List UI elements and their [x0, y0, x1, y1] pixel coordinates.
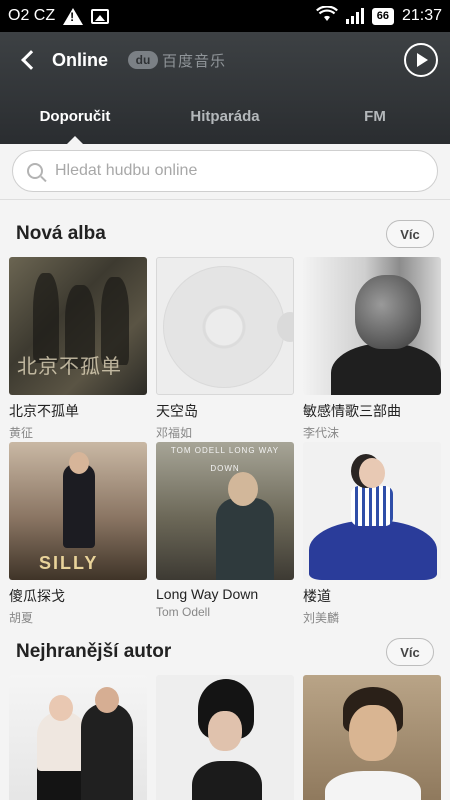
album-artist: 邓福如 — [156, 426, 193, 440]
album-item[interactable]: 北京不孤单 北京不孤单 黄征 — [9, 257, 147, 441]
artist-photo — [9, 675, 147, 800]
carrier-label: O2 CZ — [8, 7, 56, 24]
album-item[interactable]: 楼道 刘美麟 — [303, 442, 441, 626]
artist-item[interactable] — [303, 675, 441, 800]
top-artists-header: Nejhranější autor Víc — [0, 630, 450, 674]
album-item[interactable]: SILLY 傻瓜探戈 胡夏 — [9, 442, 147, 626]
album-artist: 黄征 — [9, 426, 34, 440]
search-icon — [27, 163, 43, 179]
page-title: Online — [52, 49, 109, 70]
album-cover-placeholder — [156, 257, 294, 395]
album-title: 天空岛 — [156, 403, 198, 419]
album-item[interactable]: TOM ODELL LONG WAY DOWN Long Way Down To… — [156, 442, 294, 619]
album-cover: TOM ODELL LONG WAY DOWN — [156, 442, 294, 580]
album-artist: 胡夏 — [9, 611, 34, 625]
album-title: 傻瓜探戈 — [9, 588, 65, 604]
album-cover: 北京不孤单 — [9, 257, 147, 395]
album-item[interactable]: 天空岛 邓福如 — [156, 257, 294, 441]
brand-logo: du 百度音乐 — [128, 50, 226, 71]
top-artists-more-button[interactable]: Víc — [386, 638, 434, 666]
top-bar: Online du 百度音乐 — [0, 32, 450, 88]
album-artist: 刘美麟 — [303, 611, 340, 625]
tab-recommend[interactable]: Doporučit — [0, 88, 150, 144]
artist-photo — [156, 675, 294, 800]
album-title: 楼道 — [303, 588, 331, 604]
search-box[interactable] — [12, 150, 438, 192]
search-input[interactable] — [55, 162, 423, 180]
play-icon — [417, 53, 428, 67]
artist-item[interactable] — [9, 675, 147, 800]
brand-name: 百度音乐 — [162, 52, 227, 70]
album-artist: Tom Odell — [156, 605, 211, 619]
battery-icon: 66 — [371, 7, 394, 25]
artist-item[interactable] — [156, 675, 294, 800]
new-albums-header: Nová alba Víc — [0, 212, 450, 256]
back-button[interactable] — [12, 40, 44, 80]
album-cover — [303, 257, 441, 395]
wifi-icon — [315, 4, 338, 27]
new-albums-more-button[interactable]: Víc — [386, 220, 434, 248]
chevron-left-icon — [21, 50, 41, 70]
album-title: 北京不孤单 — [9, 403, 79, 419]
section-title: Nejhranější autor — [16, 641, 172, 662]
artist-photo — [303, 675, 441, 800]
album-cover — [303, 442, 441, 580]
now-playing-button[interactable] — [404, 43, 438, 77]
clock: 21:37 — [401, 7, 442, 24]
cover-text: TOM ODELL LONG WAY DOWN — [170, 446, 280, 473]
album-title: 敏感情歌三部曲 — [303, 403, 401, 419]
warning-icon — [63, 7, 84, 25]
signal-icon — [345, 8, 364, 24]
album-artist: 李代沫 — [303, 426, 340, 440]
search-bar — [0, 144, 450, 200]
tab-charts[interactable]: Hitparáda — [150, 88, 300, 144]
tab-fm[interactable]: FM — [300, 88, 450, 144]
album-item[interactable]: 敏感情歌三部曲 李代沫 — [303, 257, 441, 441]
tab-bar: Doporučit Hitparáda FM — [0, 88, 450, 144]
album-cover: SILLY — [9, 442, 147, 580]
app-header: Online du 百度音乐 Doporučit Hitparáda FM — [0, 32, 450, 144]
album-title: Long Way Down — [156, 586, 259, 602]
status-bar: O2 CZ 66 21:37 — [0, 0, 450, 32]
image-notification-icon — [91, 8, 110, 24]
baidu-logo-icon: du — [128, 51, 159, 69]
section-title: Nová alba — [16, 223, 106, 244]
disc-icon — [163, 266, 285, 388]
cover-text: 北京不孤单 — [17, 356, 122, 378]
cover-text: SILLY — [39, 553, 99, 573]
